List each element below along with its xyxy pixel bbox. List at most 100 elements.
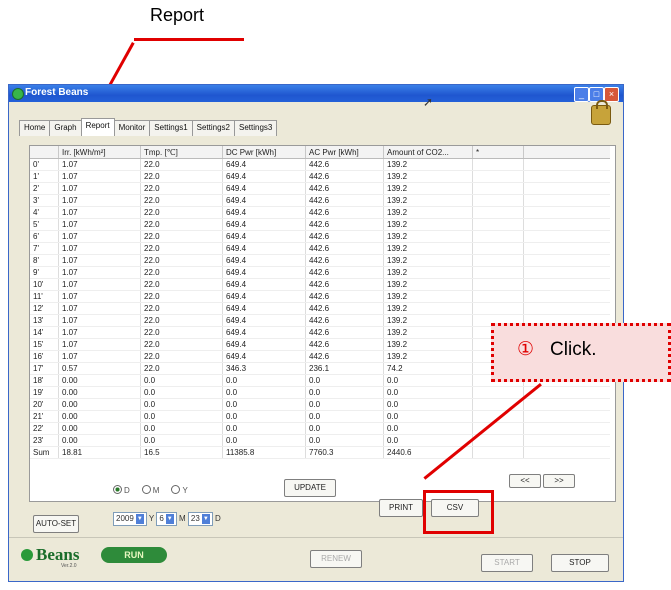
stop-button[interactable]: STOP — [551, 554, 609, 572]
column-header[interactable] — [523, 146, 610, 159]
table-cell: 1.07 — [58, 326, 141, 339]
table-cell: 1.07 — [58, 182, 141, 195]
radio-d[interactable]: D — [113, 485, 130, 495]
table-cell: 15' — [30, 338, 59, 351]
table-cell: 442.6 — [305, 302, 384, 315]
table-cell: 649.4 — [222, 278, 306, 291]
table-cell: 139.2 — [383, 278, 473, 291]
logo-text: Beans — [36, 545, 80, 564]
radio-dot-icon — [141, 485, 151, 494]
column-header[interactable]: * — [472, 146, 524, 159]
chevron-down-icon: ▼ — [201, 514, 210, 524]
table-cell: Sum — [30, 446, 59, 459]
table-cell — [523, 230, 610, 243]
table-row: 6' 1.07 22.0 649.4 442.6 139.2 — [30, 230, 610, 243]
table-cell: 139.2 — [383, 194, 473, 207]
table-cell: 139.2 — [383, 206, 473, 219]
table-cell — [472, 194, 524, 207]
table-cell: 6' — [30, 230, 59, 243]
table-cell: 442.6 — [305, 206, 384, 219]
lock-icon[interactable] — [591, 100, 611, 125]
tab-report[interactable]: Report — [80, 118, 115, 136]
auto-set-button[interactable]: AUTO-SET — [33, 515, 79, 533]
run-status-badge: RUN — [101, 547, 167, 563]
column-header[interactable]: DC Pwr [kWh] — [222, 146, 306, 159]
start-button[interactable]: START — [481, 554, 533, 572]
table-cell: 442.6 — [305, 218, 384, 231]
month-value: 6 — [159, 514, 164, 523]
next-button[interactable]: >> — [543, 474, 575, 488]
table-cell: 442.6 — [305, 170, 384, 183]
chevron-down-icon: ▼ — [165, 514, 174, 524]
table-cell: 0.0 — [140, 410, 223, 423]
table-cell: 649.4 — [222, 218, 306, 231]
radio-dot-icon — [113, 485, 122, 494]
table-cell: 139.2 — [383, 218, 473, 231]
table-cell — [472, 446, 524, 459]
prev-button[interactable]: << — [509, 474, 541, 488]
tab-graph[interactable]: Graph — [49, 120, 82, 136]
update-button[interactable]: UPDATE — [284, 479, 336, 497]
table-cell: 139.2 — [383, 326, 473, 339]
click-callout-text: ① Click. — [517, 338, 597, 361]
close-icon[interactable]: × — [604, 87, 619, 102]
table-cell: 2' — [30, 182, 59, 195]
column-header[interactable] — [30, 146, 59, 159]
table-cell: 0.0 — [222, 398, 306, 411]
table-cell: 0.0 — [222, 386, 306, 399]
table-cell: 442.6 — [305, 194, 384, 207]
renew-button[interactable]: RENEW — [310, 550, 362, 568]
table-cell: 442.6 — [305, 338, 384, 351]
table-cell: 12' — [30, 302, 59, 315]
table-cell: 22.0 — [140, 266, 223, 279]
table-cell: 649.4 — [222, 170, 306, 183]
table-cell: 0.0 — [383, 374, 473, 387]
day-select[interactable]: 23 ▼ — [187, 512, 213, 526]
radio-label: M — [152, 486, 160, 495]
table-cell: 22.0 — [140, 326, 223, 339]
table-cell: 139.2 — [383, 170, 473, 183]
table-cell: 0.0 — [222, 422, 306, 435]
table-cell: 0.0 — [140, 422, 223, 435]
column-header[interactable]: AC Pwr [kWh] — [305, 146, 384, 159]
table-cell: 442.6 — [305, 350, 384, 363]
radio-m[interactable]: M — [141, 485, 160, 495]
minimize-icon[interactable]: _ — [574, 87, 589, 102]
table-cell: 0.00 — [58, 410, 141, 423]
column-header[interactable]: Irr. [kWh/m²] — [58, 146, 141, 159]
radio-y[interactable]: Y — [171, 485, 188, 495]
table-cell: 139.2 — [383, 350, 473, 363]
table-cell: 442.6 — [305, 254, 384, 267]
column-header[interactable]: Amount of CO2... — [383, 146, 473, 159]
table-cell: 8' — [30, 254, 59, 267]
month-select[interactable]: 6 ▼ — [156, 512, 177, 526]
print-button[interactable]: PRINT — [379, 499, 423, 517]
radio-dot-icon — [171, 485, 181, 494]
table-cell: 1.07 — [58, 170, 141, 183]
table-cell: 649.4 — [222, 206, 306, 219]
table-cell — [523, 422, 610, 435]
column-header[interactable]: Tmp. [℃] — [140, 146, 223, 159]
table-cell: 0.00 — [58, 434, 141, 447]
tab-monitor[interactable]: Monitor — [113, 120, 151, 136]
bean-icon — [21, 549, 33, 561]
table-cell: 1.07 — [58, 302, 141, 315]
table-row: 22' 0.00 0.0 0.0 0.0 0.0 — [30, 422, 610, 435]
table-cell: 0.0 — [383, 422, 473, 435]
table-cell — [523, 266, 610, 279]
table-cell — [472, 302, 524, 315]
table-cell: 22.0 — [140, 218, 223, 231]
radio-label: D — [124, 486, 130, 495]
tab-settings1[interactable]: Settings1 — [149, 120, 193, 136]
tab-home[interactable]: Home — [19, 120, 51, 136]
table-cell: 22.0 — [140, 278, 223, 291]
table-cell: 442.6 — [305, 158, 384, 171]
table-row: 9' 1.07 22.0 649.4 442.6 139.2 — [30, 266, 610, 279]
table-cell: 1.07 — [58, 230, 141, 243]
table-cell: 22' — [30, 422, 59, 435]
tab-settings3[interactable]: Settings3 — [234, 120, 278, 136]
table-cell — [472, 254, 524, 267]
table-cell: 442.6 — [305, 230, 384, 243]
tab-settings2[interactable]: Settings2 — [191, 120, 235, 136]
year-select[interactable]: 2009 ▼ — [113, 512, 147, 526]
